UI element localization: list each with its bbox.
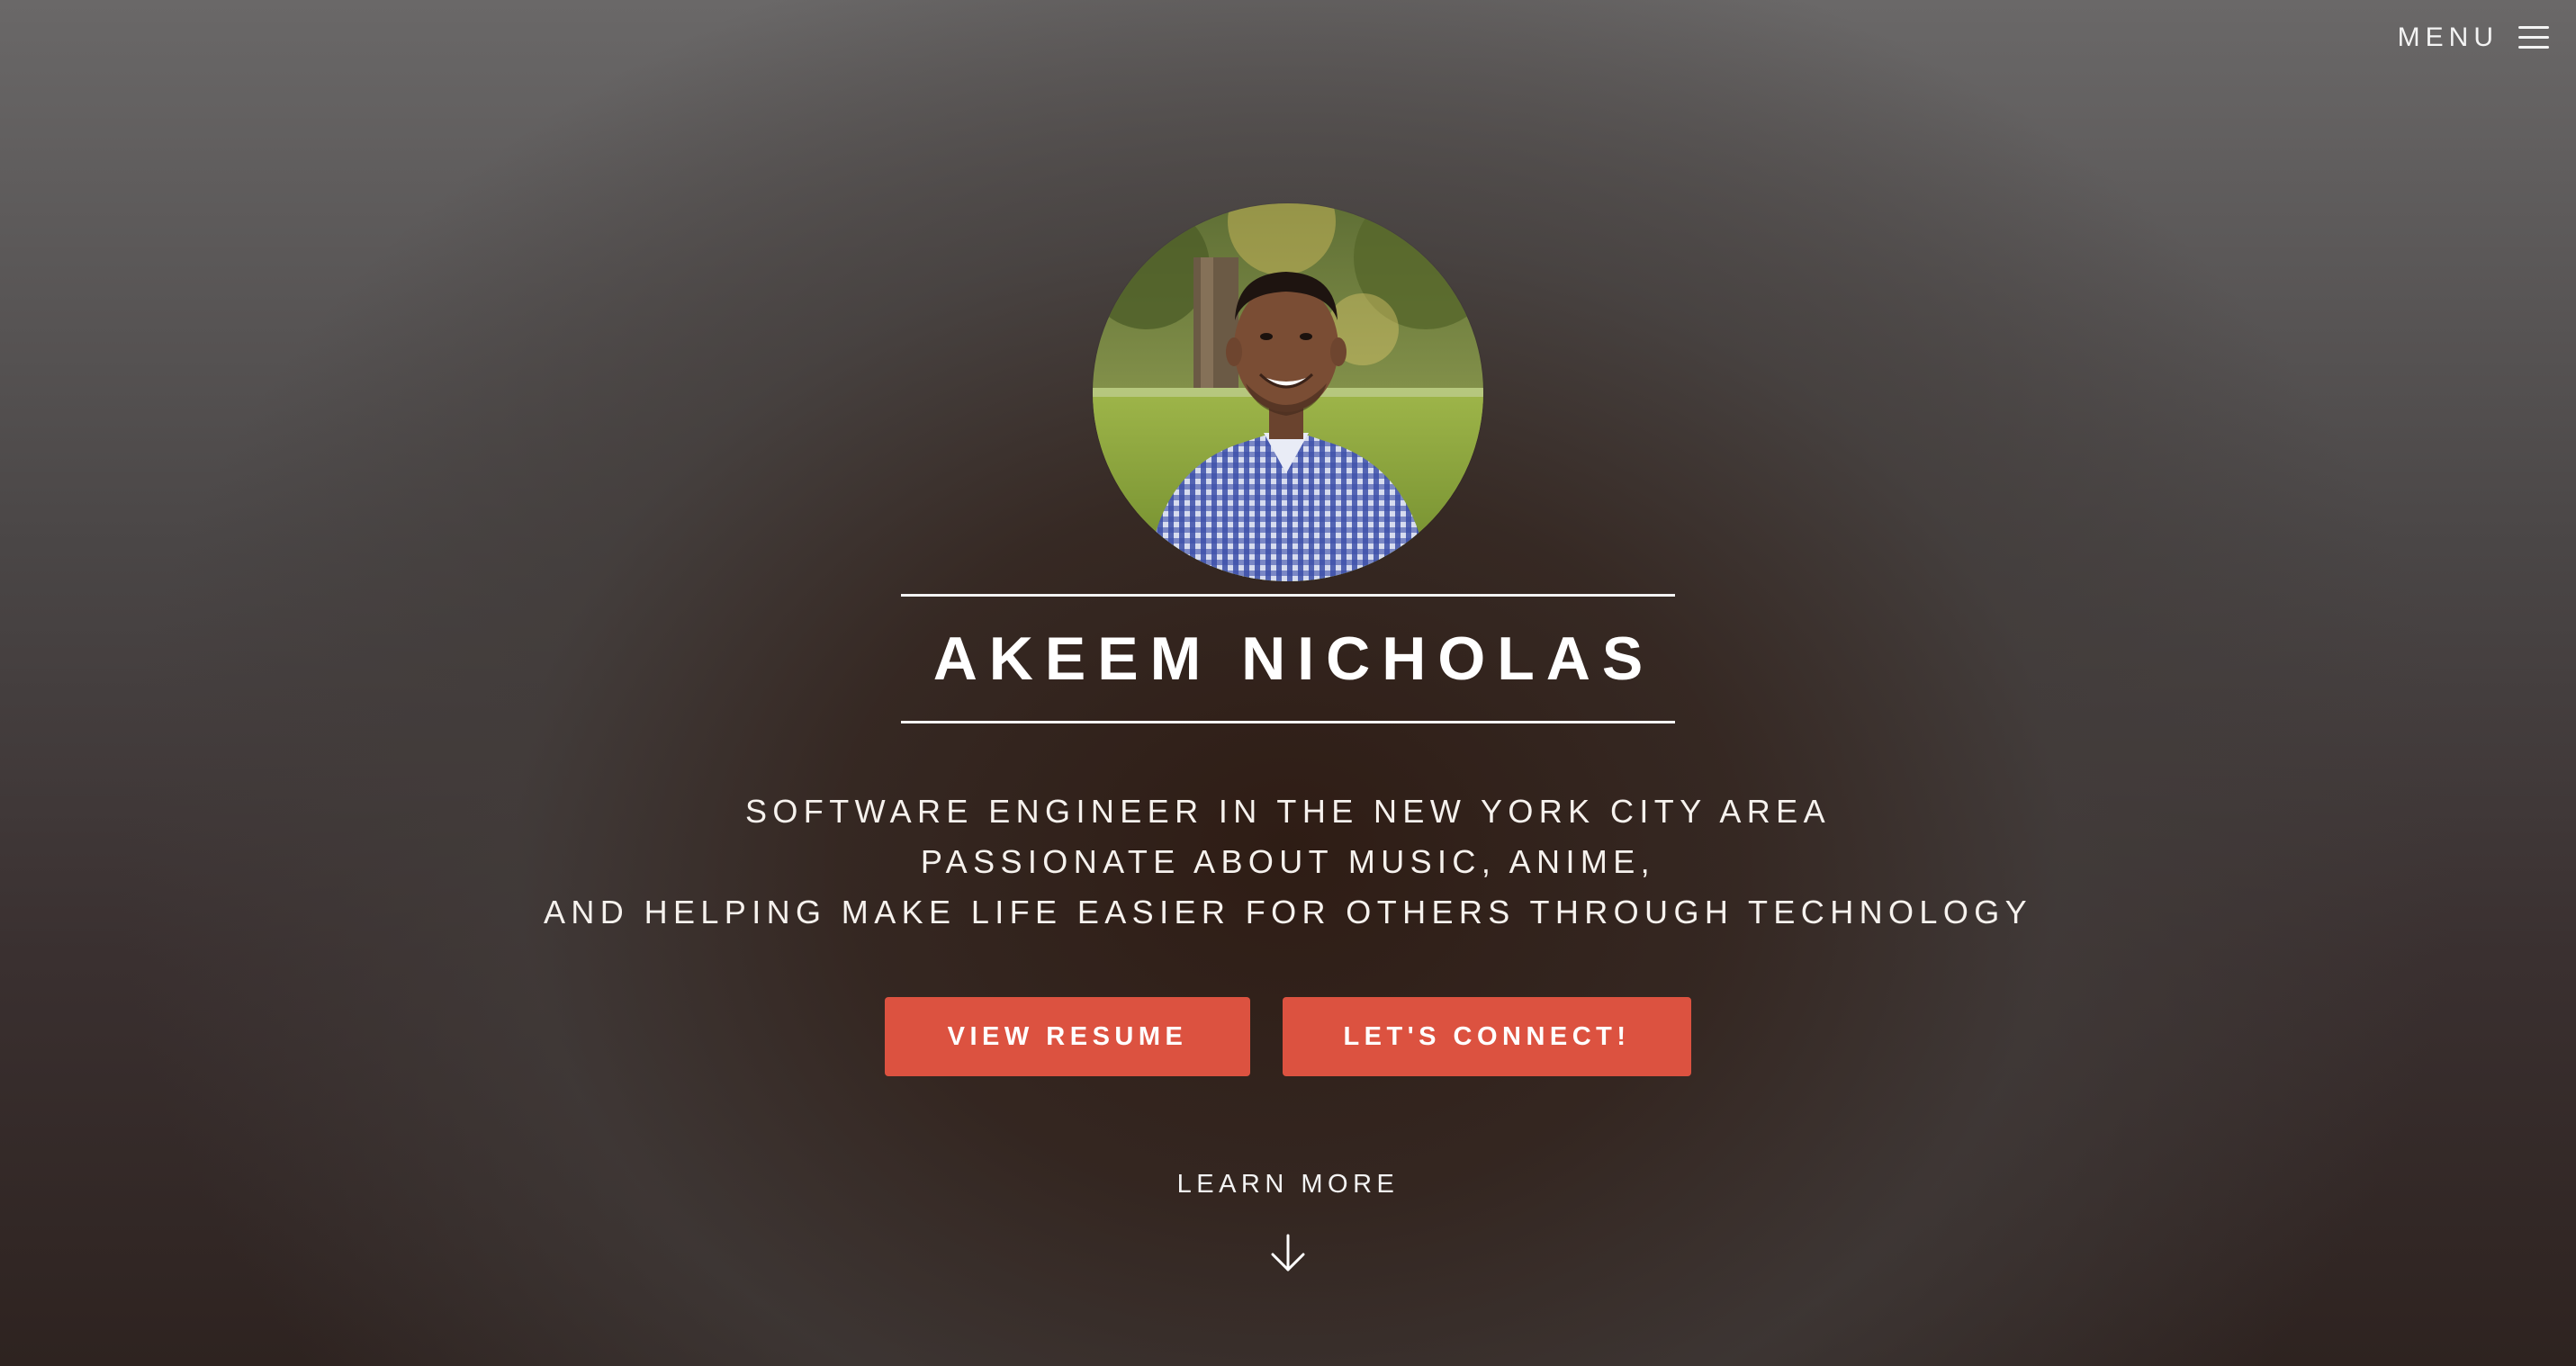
- tagline-line-3: AND HELPING MAKE LIFE EASIER FOR OTHERS …: [543, 894, 2033, 930]
- page-title: AKEEM NICHOLAS: [932, 625, 1655, 693]
- arrow-down-icon[interactable]: [1267, 1233, 1309, 1274]
- learn-more-label: LEARN MORE: [1176, 1170, 1400, 1199]
- learn-more-link[interactable]: LEARN MORE: [1177, 1166, 1400, 1274]
- divider-bottom: [901, 721, 1675, 723]
- view-resume-button[interactable]: VIEW RESUME: [885, 997, 1250, 1076]
- page: MENU AKEEM NICHOLAS SOFTWARE ENGINEER IN…: [0, 0, 2576, 1366]
- lets-connect-button[interactable]: LET'S CONNECT!: [1283, 997, 1691, 1076]
- tagline-line-1: SOFTWARE ENGINEER IN THE NEW YORK CITY A…: [744, 793, 1831, 830]
- hero-actions: VIEW RESUME LET'S CONNECT!: [885, 997, 1691, 1076]
- tagline: SOFTWARE ENGINEER IN THE NEW YORK CITY A…: [544, 786, 2032, 938]
- tagline-line-2: PASSIONATE ABOUT MUSIC, ANIME,: [920, 843, 1656, 880]
- name-block: AKEEM NICHOLAS: [901, 594, 1675, 723]
- hero-section: AKEEM NICHOLAS SOFTWARE ENGINEER IN THE …: [0, 0, 2576, 1366]
- profile-photo: [1093, 203, 1483, 581]
